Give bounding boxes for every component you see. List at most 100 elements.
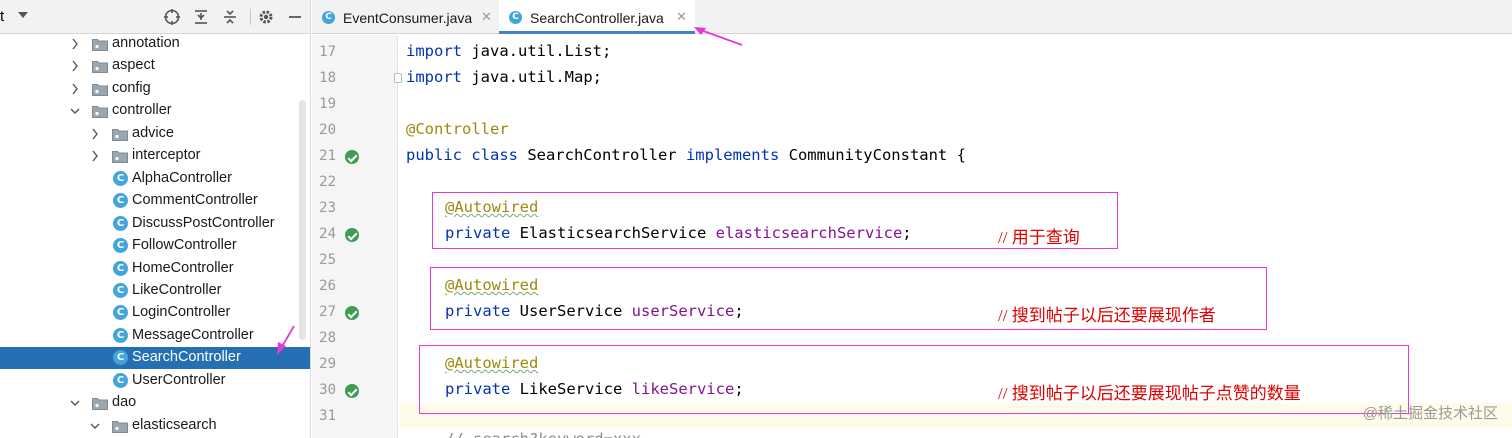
folder-icon [92,83,108,96]
spring-autowire-icon[interactable] [345,306,359,320]
tree-item-label: LoginController [132,304,231,321]
tree-item-label: dao [112,394,137,411]
tree-item-label: advice [132,124,174,141]
spring-bean-icon[interactable] [345,150,359,164]
code-line-21: public class SearchController implements… [406,146,966,164]
tree-item[interactable]: C MessageController [0,325,310,347]
editor-tabs: C EventConsumer.java ✕ C SearchControlle… [312,0,1512,34]
line-number: 22 [319,174,336,190]
chevron-right-icon[interactable] [90,150,100,162]
class-icon: C [113,215,128,231]
folder-icon [92,60,108,74]
folder-icon [112,420,128,433]
tree-item-label: aspect [112,57,155,74]
tree-item-label: MessageController [132,326,254,343]
line-number: 25 [319,252,336,268]
tree-item[interactable]: dao [0,392,310,414]
class-icon: C [113,282,128,298]
folder-icon [92,38,108,51]
project-toolbar: t [0,0,310,34]
tree-item[interactable]: interceptor [0,145,310,167]
tree-item-label: AlphaController [132,169,232,186]
tree-item-label: SearchController [132,349,241,366]
tree-item-label: HomeController [132,259,234,276]
class-icon: C [113,193,128,209]
tree-item[interactable]: C SearchController [0,347,310,370]
tree-item[interactable]: C AlphaController [0,168,310,190]
line-number: 29 [319,356,336,372]
tree-item[interactable]: C CommentController [0,190,310,212]
project-view-title[interactable]: t [0,8,4,25]
tree-item[interactable]: C UserController [0,370,310,392]
tree-item[interactable]: annotation [0,33,310,55]
tree-item-label: annotation [112,35,180,51]
tree-item[interactable]: config [0,78,310,100]
chevron-right-icon[interactable] [70,83,80,95]
class-icon: C [113,170,128,186]
line-number: 18 [319,70,336,86]
fold-marker-icon[interactable] [394,73,402,83]
project-panel: t annotation aspect config controller advice… [0,0,311,438]
highlight-box-like-service [419,345,1409,414]
tree-item[interactable]: C FollowController [0,235,310,257]
class-icon: C [322,11,335,24]
close-icon[interactable]: ✕ [676,9,687,25]
chevron-down-icon[interactable] [70,105,80,117]
watermark: @稀土掘金技术社区 [1362,405,1498,422]
tree-item[interactable]: elasticsearch [0,415,310,437]
chevron-down-icon[interactable] [70,397,80,409]
locate-icon[interactable] [163,8,181,26]
tree-item-label: DiscussPostController [132,214,275,231]
close-icon[interactable]: ✕ [481,9,492,25]
sidebar-scrollbar[interactable] [299,100,306,340]
tree-item-label: LikeController [132,281,222,298]
expand-all-icon[interactable] [192,8,210,26]
line-number: 28 [319,330,336,346]
tree-item[interactable]: controller [0,100,310,122]
chevron-right-icon[interactable] [70,60,80,72]
collapse-all-icon[interactable] [221,8,239,26]
class-icon: C [113,238,128,254]
folder-icon [112,128,128,141]
tree-item[interactable]: C LoginController [0,302,310,324]
hide-panel-icon[interactable] [286,8,304,26]
tree-item-label: CommentController [132,192,258,209]
class-icon: C [113,260,128,276]
annotation-arrow-tab [694,27,743,46]
gear-icon[interactable] [257,8,275,26]
tree-item[interactable]: advice [0,123,310,145]
line-number: 31 [319,408,336,424]
code-editor[interactable]: 17 18 19 20 21 22 23 24 25 26 27 28 29 3… [312,35,1512,438]
chevron-right-icon[interactable] [70,38,80,50]
spring-autowire-icon[interactable] [345,384,359,398]
class-icon: C [509,11,522,24]
tab-event-consumer[interactable]: C EventConsumer.java ✕ [312,0,498,34]
toolbar-divider [250,9,251,25]
chevron-down-icon[interactable] [90,420,100,432]
tree-item[interactable]: C DiscussPostController [0,213,310,235]
line-number: 30 [319,382,336,398]
tree-item-label: UserController [132,371,226,388]
tree-item[interactable]: C HomeController [0,258,310,280]
view-dropdown-icon[interactable] [18,12,28,18]
tree-item-label: elasticsearch [132,416,217,433]
tab-search-controller[interactable]: C SearchController.java ✕ [499,0,695,34]
line-number: 19 [319,96,336,112]
tree-item[interactable]: C LikeController [0,280,310,302]
code-line-18: import java.util.Map; [406,68,602,86]
tree-item-label: controller [112,102,172,119]
folder-icon [92,397,108,411]
spring-autowire-icon[interactable] [345,228,359,242]
tree-item-label: config [112,79,151,96]
chevron-right-icon[interactable] [90,128,100,140]
line-number: 26 [319,278,336,294]
line-number: 21 [319,148,336,164]
folder-icon [112,150,128,164]
annotation-arrow-tree [277,325,295,355]
folder-icon [92,105,108,119]
code-line-17: import java.util.List; [406,42,612,60]
highlight-box-elasticsearch [432,192,1118,249]
tree-item[interactable]: aspect [0,55,310,77]
tab-label: SearchController.java [530,10,664,26]
class-icon: C [113,350,128,366]
